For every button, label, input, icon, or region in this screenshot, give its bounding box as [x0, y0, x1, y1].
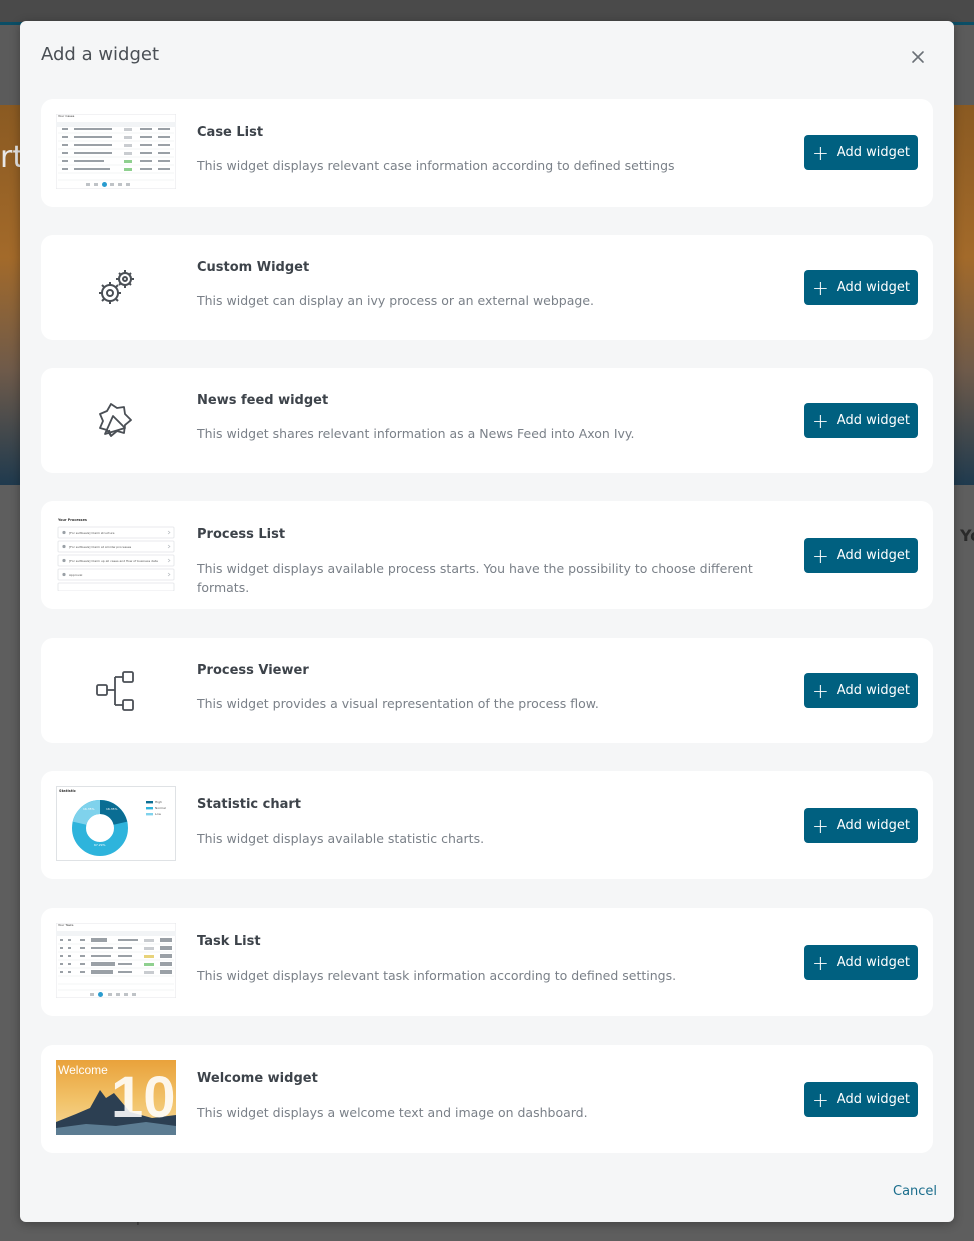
process-item: Approval: [69, 573, 83, 577]
widget-description: This widget can display an ivy process o…: [197, 293, 595, 308]
process-list-thumbnail: Your Processes [For sultbeals] Claim str…: [56, 516, 176, 591]
megaphone-icon: [56, 383, 176, 458]
widget-description: This widget displays a welcome text and …: [197, 1105, 588, 1120]
slice-label: 16.35%: [83, 807, 95, 811]
widget-title: Case List: [197, 125, 264, 140]
add-widget-button-custom-widget[interactable]: + Add widget: [804, 270, 918, 305]
widget-title: Custom Widget: [197, 260, 310, 275]
task-list-thumbnail: Your Tasks: [56, 923, 176, 998]
add-widget-button-case-list[interactable]: + Add widget: [804, 135, 918, 170]
plus-icon: +: [812, 678, 829, 703]
widget-title: Process List: [197, 527, 286, 542]
widget-description: This widget displays relevant task infor…: [197, 968, 677, 983]
case-list-thumbnail-header: Your Cases: [58, 114, 75, 118]
widget-description: This widget provides a visual representa…: [197, 696, 599, 711]
add-widget-button-task-list[interactable]: + Add widget: [804, 945, 918, 980]
add-widget-label: Add widget: [836, 548, 910, 563]
widget-card-process-list: Your Processes [For sultbeals] Claim str…: [41, 501, 933, 609]
add-widget-button-process-list[interactable]: + Add widget: [804, 538, 918, 573]
process-item: [For sultbeals] Claim up all cases and f…: [69, 559, 158, 563]
slice-label: 16.35%: [106, 807, 118, 811]
legend-low: Low: [155, 812, 161, 816]
add-widget-button-news-feed[interactable]: + Add widget: [804, 403, 918, 438]
widget-card-custom-widget: Custom Widget This widget can display an…: [41, 235, 933, 340]
widget-card-task-list: Your Tasks Task List This widget display…: [41, 908, 933, 1016]
widget-card-process-viewer: Process Viewer This widget provides a vi…: [41, 638, 933, 743]
add-widget-label: Add widget: [836, 1092, 910, 1107]
widget-description: This widget displays available process s…: [197, 561, 753, 595]
add-widget-label: Add widget: [836, 280, 910, 295]
add-widget-label: Add widget: [836, 818, 910, 833]
widget-card-news-feed: News feed widget This widget shares rele…: [41, 368, 933, 473]
plus-icon: +: [812, 140, 829, 165]
process-item: [For sultbeals] Claim at Amrdw processes: [69, 545, 132, 549]
add-widget-label: Add widget: [836, 683, 910, 698]
add-widget-button-statistic-chart[interactable]: + Add widget: [804, 808, 918, 843]
close-icon[interactable]: [908, 47, 928, 67]
slice-label: 67.29%: [94, 843, 106, 847]
add-widget-button-process-viewer[interactable]: + Add widget: [804, 673, 918, 708]
add-widget-label: Add widget: [836, 955, 910, 970]
widget-title: Process Viewer: [197, 663, 309, 678]
process-flow-icon: [56, 653, 176, 728]
background-topbar: [0, 0, 974, 22]
widget-description: This widget displays relevant case infor…: [197, 158, 675, 173]
widget-title: News feed widget: [197, 393, 329, 408]
add-widget-button-welcome[interactable]: + Add widget: [804, 1082, 918, 1117]
plus-icon: +: [812, 275, 829, 300]
statistic-thumbnail-title: Statistic: [59, 789, 76, 793]
task-list-thumbnail-header: Your Tasks: [58, 923, 74, 927]
add-widget-label: Add widget: [836, 413, 910, 428]
background-right-text: Yo: [960, 526, 974, 545]
plus-icon: +: [812, 813, 829, 838]
add-widget-label: Add widget: [836, 145, 910, 160]
legend-normal: Normal: [155, 806, 166, 810]
widget-description: This widget shares relevant information …: [197, 426, 635, 441]
gears-icon: [56, 250, 176, 325]
plus-icon: +: [812, 543, 829, 568]
widget-card-welcome: Welcome 10 Welcome widget This widget di…: [41, 1045, 933, 1153]
widget-title: Statistic chart: [197, 797, 302, 812]
plus-icon: +: [812, 408, 829, 433]
widget-card-case-list: Your Cases Case List This widget display…: [41, 99, 933, 207]
dialog-title: Add a widget: [41, 44, 160, 65]
widget-title: Task List: [197, 934, 261, 949]
widget-description: This widget displays available statistic…: [197, 831, 485, 846]
welcome-thumbnail-number: 10: [111, 1065, 176, 1130]
welcome-thumbnail: Welcome 10: [56, 1060, 176, 1135]
welcome-thumbnail-text: Welcome: [58, 1063, 108, 1077]
legend-high: High: [155, 800, 162, 804]
add-widget-dialog: Add a widget Your Cases Case List This w…: [20, 21, 954, 1222]
widget-card-statistic-chart: Statistic High Normal Low 16.35% 16.35% …: [41, 771, 933, 879]
cancel-button[interactable]: Cancel: [893, 1184, 937, 1199]
widget-title: Welcome widget: [197, 1071, 318, 1086]
case-list-thumbnail: Your Cases: [56, 114, 176, 189]
plus-icon: +: [812, 950, 829, 975]
statistic-chart-thumbnail: Statistic High Normal Low 16.35% 16.35% …: [56, 786, 176, 861]
plus-icon: +: [812, 1087, 829, 1112]
process-list-thumbnail-header: Your Processes: [58, 518, 87, 522]
process-item: [For sultbeals] Claim structure: [69, 531, 115, 535]
